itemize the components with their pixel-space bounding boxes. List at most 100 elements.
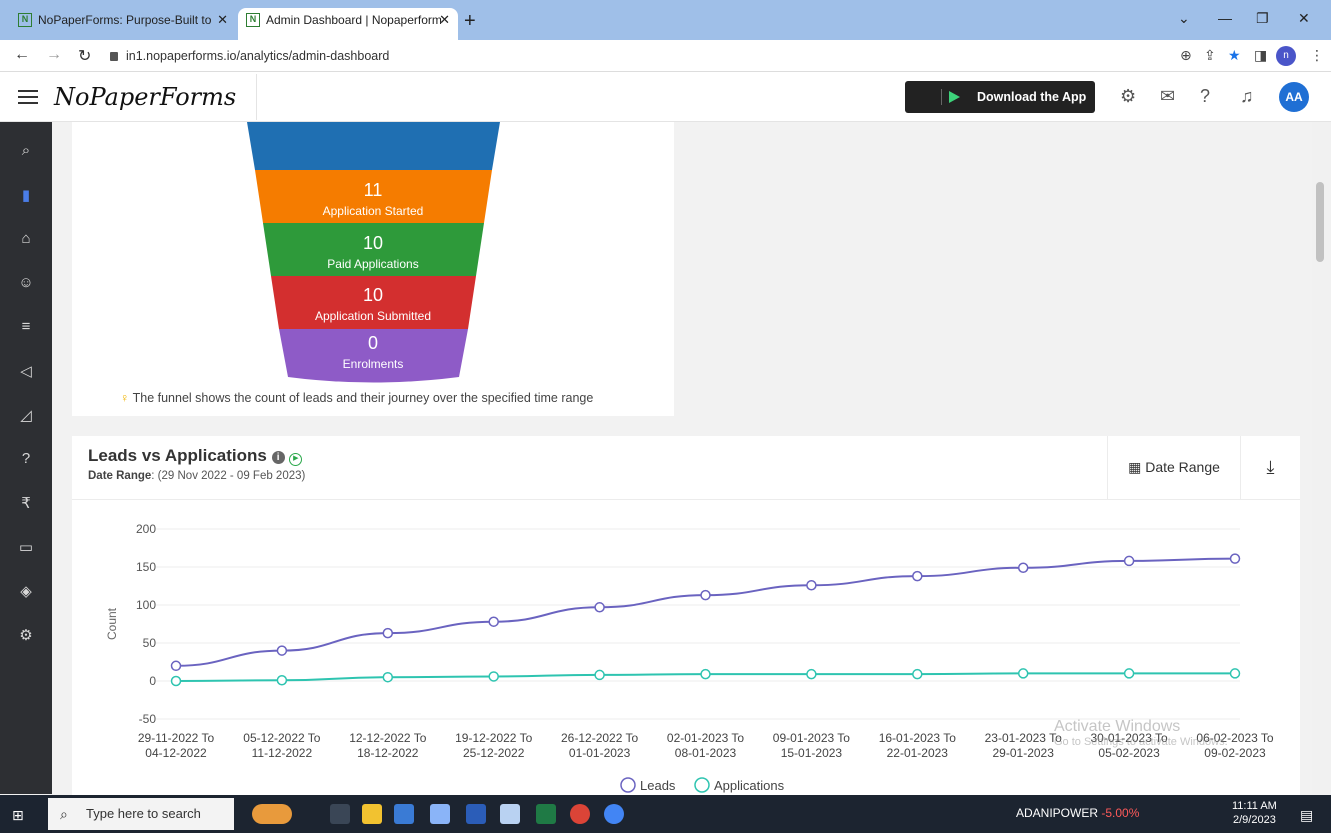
- browser-tab-nopaperforms[interactable]: N NoPaperForms: Purpose-Built to ✕: [10, 8, 236, 40]
- funnel-count: 10: [363, 233, 383, 253]
- data-point-leads: [170, 660, 182, 672]
- file-explorer-icon[interactable]: [362, 804, 382, 824]
- word-icon[interactable]: [466, 804, 486, 824]
- info-icon[interactable]: i: [271, 451, 285, 464]
- taskbar-clock[interactable]: 11:11 AM 2/9/2023: [1232, 799, 1277, 827]
- nopaperforms-logo[interactable]: NoPaperForms: [54, 74, 258, 120]
- x-tick-label: 18-12-2022: [357, 746, 419, 760]
- x-tick-label: 02-01-2023 To: [667, 731, 745, 745]
- play-video-icon[interactable]: ▶: [289, 453, 303, 466]
- browser-profile-avatar[interactable]: n: [1276, 46, 1296, 66]
- notification-bell-icon[interactable]: ♫: [1240, 86, 1254, 107]
- search-icon: ⌕: [60, 806, 68, 822]
- windows-start-icon[interactable]: ⊞: [12, 807, 24, 824]
- task-view-icon[interactable]: [330, 804, 350, 824]
- x-tick-label: 05-12-2022 To: [243, 731, 321, 745]
- browser-menu-icon[interactable]: ⋮: [1310, 47, 1324, 64]
- zoom-icon[interactable]: ⊕: [1180, 47, 1192, 64]
- date-range-button[interactable]: ▦ Date Range: [1107, 436, 1241, 499]
- notifications-icon[interactable]: ▤: [1300, 807, 1313, 824]
- feedback-icon[interactable]: ✉: [1160, 86, 1175, 107]
- page-scrollbar-thumb[interactable]: [1316, 182, 1324, 262]
- x-tick-label: 26-12-2022 To: [561, 731, 639, 745]
- sidebar-analytics-icon[interactable]: ▮: [0, 186, 52, 204]
- data-point-leads: [806, 579, 817, 591]
- hamburger-menu-icon[interactable]: [18, 90, 38, 104]
- paint-icon[interactable]: [430, 804, 450, 824]
- sidebar-campaign-icon[interactable]: ◁: [0, 362, 52, 380]
- series-line-leads: [175, 557, 1236, 667]
- download-app-button[interactable]: Download the App: [905, 81, 1095, 113]
- watermark-line1: Activate Windows: [1054, 718, 1181, 735]
- taskbar-search[interactable]: ⌕ Type here to search: [48, 798, 234, 830]
- sidebar-forms-icon[interactable]: ≡: [0, 318, 52, 335]
- minimize-icon[interactable]: —: [1218, 10, 1232, 26]
- sidebar-settings-icon[interactable]: ⚙: [0, 626, 52, 644]
- sidebar-reports-icon[interactable]: ◿: [0, 406, 52, 424]
- sidebar: ⌕ ▮ ⌂ ☺ ≡ ◁ ◿ ? ₹ ▭ ◈ ⚙: [0, 122, 52, 794]
- x-tick-label: 11-12-2022: [252, 746, 313, 760]
- sidebar-institution-icon[interactable]: ⌂: [0, 230, 52, 247]
- chrome-profile-icon[interactable]: [604, 804, 624, 824]
- clock-date: 2/9/2023: [1233, 814, 1276, 826]
- x-tick-label: 01-01-2023: [569, 746, 631, 760]
- chart-title: Leads vs Applications i ▶: [88, 446, 303, 466]
- back-arrow-icon[interactable]: ←: [14, 46, 30, 64]
- share-icon[interactable]: ⇪: [1204, 47, 1216, 64]
- date-range-label: Date Range: [88, 470, 152, 482]
- user-avatar[interactable]: AA: [1279, 82, 1309, 112]
- app-header: NoPaperForms Download the App ⚙ ✉ ? ♫ AA: [0, 72, 1331, 122]
- help-icon[interactable]: ?: [1200, 86, 1210, 107]
- stock-name: ADANIPOWER: [1016, 806, 1099, 820]
- restore-icon[interactable]: ❐: [1256, 10, 1269, 27]
- sidebar-payments-icon[interactable]: ₹: [0, 494, 52, 512]
- funnel-count: 10: [363, 285, 383, 305]
- bookmark-star-icon[interactable]: ★: [1228, 47, 1241, 64]
- data-point-applications: [276, 674, 288, 686]
- y-tick-label: 100: [136, 598, 156, 612]
- side-panel-icon[interactable]: ◨: [1254, 47, 1267, 64]
- y-tick-label: 200: [136, 522, 156, 536]
- paint3d-icon[interactable]: [500, 804, 520, 824]
- data-point-leads: [700, 589, 711, 601]
- data-point-applications: [1017, 668, 1029, 679]
- sidebar-shield-icon[interactable]: ◈: [0, 582, 52, 600]
- stock-ticker[interactable]: ADANIPOWER -5.00%: [1016, 806, 1139, 820]
- windows-taskbar: ⊞ ⌕ Type here to search ADANIPOWER -5.00…: [0, 795, 1331, 833]
- chart-title-text: Leads vs Applications: [88, 446, 267, 465]
- browser-tab-admin-dashboard[interactable]: N Admin Dashboard | Nopaperform ✕: [238, 8, 458, 40]
- data-point-leads: [382, 627, 394, 639]
- funnel-label: Paid Applications: [327, 257, 418, 271]
- lock-icon: [110, 52, 118, 61]
- new-tab-button[interactable]: +: [464, 10, 476, 33]
- data-point-leads: [1017, 562, 1029, 574]
- data-point-applications: [806, 668, 817, 680]
- x-tick-label: 29-11-2022 To: [138, 731, 215, 745]
- url-field[interactable]: in1.nopaperforms.io/analytics/admin-dash…: [110, 45, 1170, 67]
- data-point-applications: [594, 669, 605, 681]
- sidebar-search-icon[interactable]: ⌕: [0, 142, 52, 159]
- settings-gear-icon[interactable]: ⚙: [1120, 86, 1136, 107]
- tab-search-chevron-icon[interactable]: ⌄: [1178, 10, 1190, 27]
- data-point-applications: [488, 671, 499, 682]
- store-icon[interactable]: [394, 804, 414, 824]
- x-tick-label: 19-12-2022 To: [455, 731, 533, 745]
- sidebar-user-icon[interactable]: ☺: [0, 274, 52, 291]
- sidebar-window-icon[interactable]: ▭: [0, 538, 52, 556]
- funnel-stage-top: [247, 122, 500, 170]
- funnel-note-text: The funnel shows the count of leads and …: [132, 391, 594, 405]
- forward-arrow-icon[interactable]: →: [46, 46, 62, 64]
- reload-icon[interactable]: ↻: [78, 46, 91, 66]
- sidebar-help-icon[interactable]: ?: [0, 450, 52, 467]
- funnel-note: ♀ The funnel shows the count of leads an…: [120, 391, 593, 405]
- pizza-widget-icon[interactable]: [252, 804, 292, 824]
- window-close-icon[interactable]: ✕: [1298, 10, 1310, 27]
- x-tick-label: 09-01-2023 To: [773, 731, 851, 745]
- funnel-label: Application Submitted: [315, 309, 431, 323]
- excel-icon[interactable]: [536, 804, 556, 824]
- data-point-leads: [276, 645, 288, 656]
- chrome-icon[interactable]: [570, 804, 590, 824]
- tab-close-icon[interactable]: ✕: [439, 8, 450, 32]
- download-chart-icon[interactable]: ⤓: [1241, 436, 1300, 499]
- tab-close-icon[interactable]: ✕: [217, 8, 228, 32]
